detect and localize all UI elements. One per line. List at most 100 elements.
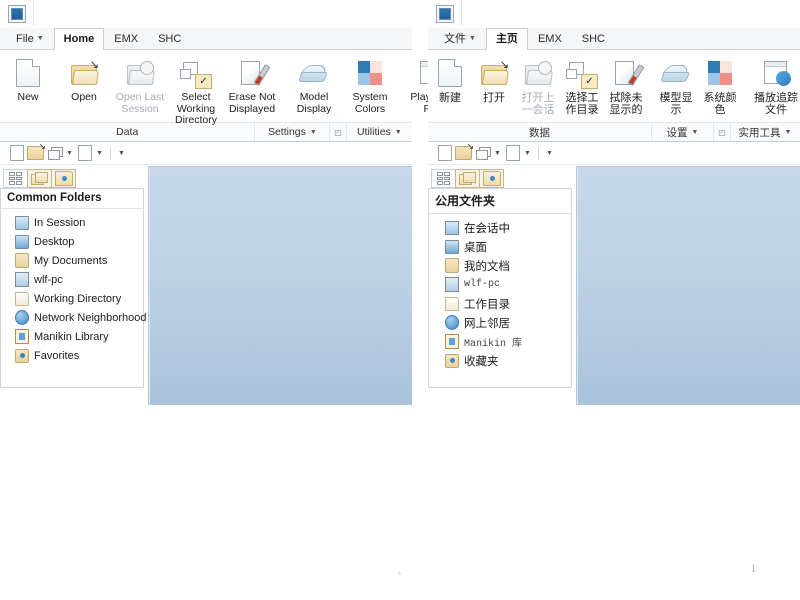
tree-item-favorites[interactable]: 收藏夹 bbox=[429, 351, 571, 370]
select-working-directory-icon: ✓ bbox=[566, 56, 598, 90]
tab-shc[interactable]: SHC bbox=[572, 28, 615, 49]
window-arrange-icon[interactable] bbox=[46, 145, 63, 162]
tab-home[interactable]: Home bbox=[53, 28, 105, 50]
tab-home-label: Home bbox=[63, 33, 95, 45]
my-documents-icon bbox=[15, 253, 29, 268]
grid-dots-icon[interactable] bbox=[3, 169, 28, 188]
slide-root: File ▼ Home EMX SHC New ↘ Open Open Last… bbox=[0, 0, 800, 600]
tab-file[interactable]: File ▼ bbox=[6, 28, 54, 49]
open-file-icon[interactable] bbox=[27, 141, 46, 162]
chevron-down-icon: ▼ bbox=[309, 128, 317, 136]
tree-item-label: 在会话中 bbox=[464, 222, 510, 235]
application-icon[interactable] bbox=[436, 5, 454, 23]
model-display-button[interactable]: Model Display bbox=[286, 54, 342, 115]
tree-item-label: wlf-pc bbox=[464, 279, 501, 290]
window-arrange-icon[interactable] bbox=[474, 145, 491, 162]
tab-emx-label: EMX bbox=[537, 33, 562, 45]
group-caption-utilities[interactable]: 实用工具 ▼ bbox=[731, 123, 799, 141]
group-caption-settings[interactable]: Settings ▼ bbox=[255, 123, 331, 141]
settings-dialog-launcher[interactable]: ◰ bbox=[714, 123, 731, 141]
titlebar-en bbox=[0, 0, 412, 28]
select-working-directory-button[interactable]: ✓ 选择工作目录 bbox=[560, 54, 604, 116]
open-folder-icon: ↘ bbox=[481, 56, 510, 90]
multi-folder-icon[interactable] bbox=[455, 169, 480, 188]
ribbon-tabstrip-en: File ▼ Home EMX SHC bbox=[0, 28, 412, 50]
network-icon bbox=[445, 315, 459, 330]
new-file-icon[interactable] bbox=[8, 145, 25, 162]
ribbon-buttons-row-en: New ↘ Open Open Last Session ✓ Select Wo… bbox=[0, 50, 454, 126]
overflow-icon[interactable]: ▼ bbox=[117, 150, 126, 157]
chevron-down-icon[interactable]: ▼ bbox=[95, 150, 104, 157]
settings-dialog-launcher[interactable]: ◰ bbox=[330, 123, 347, 141]
system-colors-label: 系统颜色 bbox=[703, 92, 737, 116]
tree-item-favorites[interactable]: Favorites bbox=[1, 346, 143, 365]
application-icon[interactable] bbox=[8, 5, 26, 23]
group-caption-utilities[interactable]: Utilities ▼ bbox=[347, 123, 412, 141]
tree-item-network-neighborhood[interactable]: Network Neighborhood bbox=[1, 308, 147, 327]
system-colors-button[interactable]: System Colors bbox=[342, 54, 398, 115]
tree-item-my-documents[interactable]: 我的文档 bbox=[429, 256, 571, 275]
new-button-label: New bbox=[17, 91, 39, 103]
erase-not-displayed-button[interactable]: 拭除未显示的 bbox=[604, 54, 648, 116]
folder-target-icon[interactable] bbox=[51, 169, 76, 188]
page-icon[interactable] bbox=[76, 145, 93, 162]
chevron-down-icon[interactable]: ▼ bbox=[65, 150, 74, 157]
chevron-down-icon[interactable]: ▼ bbox=[493, 150, 502, 157]
tree-item-manikin-library[interactable]: Manikin Library bbox=[1, 327, 143, 346]
tree-item-wlf-pc[interactable]: wlf-pc bbox=[1, 270, 143, 289]
tree-item-working-directory[interactable]: 工作目录 bbox=[429, 294, 571, 313]
tab-file[interactable]: 文件 ▼ bbox=[434, 28, 486, 49]
tree-item-desktop[interactable]: Desktop bbox=[1, 232, 143, 251]
open-button[interactable]: ↘ Open bbox=[56, 54, 112, 104]
tab-emx[interactable]: EMX bbox=[104, 28, 148, 49]
overflow-icon[interactable]: ▼ bbox=[545, 150, 554, 157]
tab-emx[interactable]: EMX bbox=[528, 28, 572, 49]
tab-emx-label: EMX bbox=[114, 33, 139, 45]
working-directory-icon bbox=[15, 291, 29, 306]
tree-item-in-session[interactable]: In Session bbox=[1, 213, 143, 232]
model-canvas-en[interactable] bbox=[148, 166, 412, 405]
tab-home[interactable]: 主页 bbox=[485, 28, 528, 50]
monitor-icon bbox=[445, 220, 459, 235]
page-icon[interactable] bbox=[504, 145, 521, 162]
tree-item-wlf-pc[interactable]: wlf-pc bbox=[429, 275, 571, 294]
model-display-label: Model Display bbox=[296, 91, 332, 115]
tree-item-label: 网上邻居 bbox=[464, 317, 510, 330]
system-colors-button[interactable]: 系统颜色 bbox=[698, 54, 742, 116]
group-caption-data: Data bbox=[0, 123, 256, 141]
favorites-icon bbox=[445, 353, 459, 368]
tree-item-desktop[interactable]: 桌面 bbox=[429, 237, 571, 256]
group-caption-data-label: 数据 bbox=[529, 126, 550, 139]
open-file-icon[interactable] bbox=[455, 141, 474, 162]
tree-item-network-neighborhood[interactable]: 网上邻居 bbox=[429, 313, 571, 332]
play-trail-file-button[interactable]: 播放追踪文件 bbox=[748, 54, 800, 116]
model-canvas-zh[interactable] bbox=[576, 166, 800, 405]
ribbon-en: New ↘ Open Open Last Session ✓ Select Wo… bbox=[0, 50, 454, 142]
new-file-icon[interactable] bbox=[436, 145, 453, 162]
group-caption-data-label: Data bbox=[116, 126, 139, 138]
workspace-zh: 公用文件夹 在会话中 桌面 我的文档 wlf-pc 工作目录 网上邻居 Mani… bbox=[428, 165, 800, 405]
grid-dots-icon[interactable] bbox=[431, 169, 456, 188]
open-last-session-label: Open Last Session bbox=[115, 91, 165, 115]
tree-item-in-session[interactable]: 在会话中 bbox=[429, 218, 571, 237]
tree-pane-en: Common Folders In Session Desktop My Doc… bbox=[0, 165, 147, 405]
multi-folder-icon[interactable] bbox=[27, 169, 52, 188]
open-last-session-label: 打开上一会话 bbox=[521, 92, 555, 116]
erase-not-displayed-button[interactable]: Erase Not Displayed bbox=[224, 54, 280, 115]
folder-target-icon[interactable] bbox=[479, 169, 504, 188]
select-working-directory-button[interactable]: ✓ Select Working Directory bbox=[168, 54, 224, 127]
open-last-session-button[interactable]: Open Last Session bbox=[112, 54, 168, 115]
open-last-session-button[interactable]: 打开上一会话 bbox=[516, 54, 560, 116]
new-button[interactable]: New bbox=[0, 54, 56, 104]
open-last-session-icon bbox=[525, 56, 554, 90]
tree-item-working-directory[interactable]: Working Directory bbox=[1, 289, 143, 308]
model-display-button[interactable]: 模型显示 bbox=[654, 54, 698, 116]
new-button[interactable]: 新建 bbox=[428, 54, 472, 104]
tab-shc[interactable]: SHC bbox=[148, 28, 191, 49]
tree-item-my-documents[interactable]: My Documents bbox=[1, 251, 143, 270]
page-number: 1 bbox=[751, 564, 756, 575]
group-caption-settings[interactable]: 设置 ▼ bbox=[652, 123, 714, 141]
chevron-down-icon[interactable]: ▼ bbox=[523, 150, 532, 157]
open-button[interactable]: ↘ 打开 bbox=[472, 54, 516, 104]
tree-item-manikin-library[interactable]: Manikin 库 bbox=[429, 332, 571, 351]
